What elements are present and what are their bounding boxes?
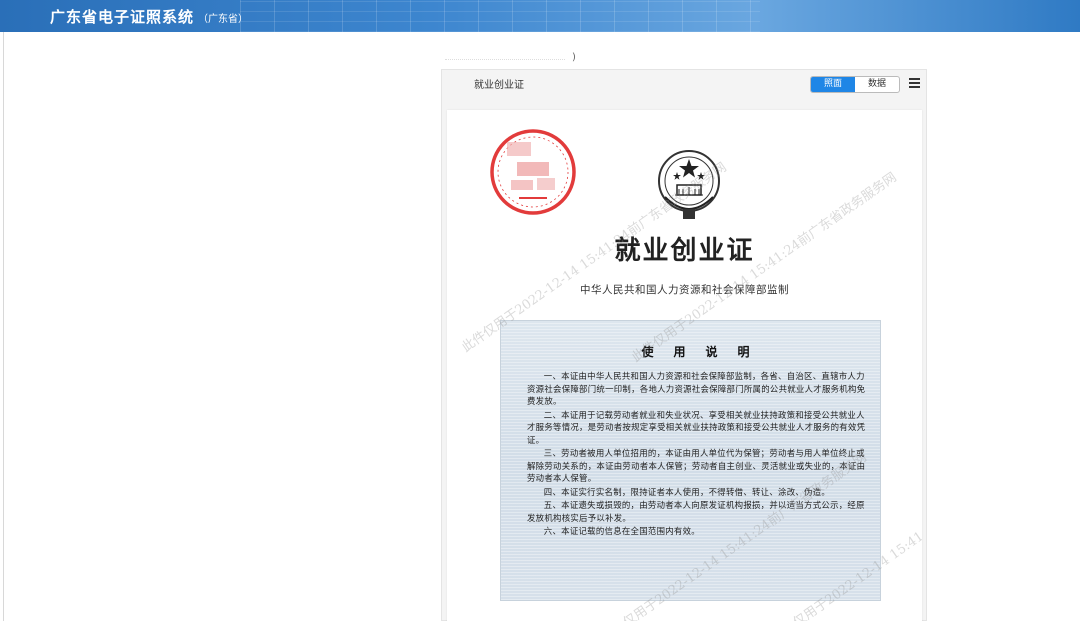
instructions-panel: 使用说明 一、本证由中华人民共和国人力资源和社会保障部监制，各省、自治区、直辖市… [500, 320, 881, 601]
tab-face-view[interactable]: 照面 [811, 77, 855, 92]
instruction-item: 四、本证实行实名制，限持证者本人使用，不得转借、转让、涂改、伪造。 [543, 486, 831, 497]
caption-paren: ) [572, 52, 576, 63]
app-header: 广东省电子证照系统 （广东省） [0, 0, 1080, 32]
left-border [3, 32, 4, 621]
instruction-item: 五、本证遗失或损毁的，由劳动者本人向原发证机构报损，并以适当方式公示，经原发放机… [527, 500, 865, 523]
header-decoration [240, 0, 760, 32]
instruction-item: 一、本证由中华人民共和国人力资源和社会保障部监制，各省、自治区、直辖市人力资源社… [527, 371, 866, 406]
certificate-page: 就业创业证 中华人民共和国人力资源和社会保障部监制 使用说明 一、本证由中华人民… [447, 110, 922, 621]
certificate-title: 就业创业证 [614, 236, 755, 266]
certificate-viewer: 就业创业证 照面 数据 就业创业证 中华人民共和国人力资源和社会保障部监制 使用… [441, 69, 927, 621]
instruction-item: 二、本证用于记载劳动者就业和失业状况、享受相关就业扶持政策和接受公共就业人才服务… [527, 409, 866, 445]
instruction-item: 三、劳动者被用人单位招用的，本证由用人单位代为保管；劳动者与用人单位终止或解除劳… [527, 448, 866, 483]
tab-data-view[interactable]: 数据 [855, 77, 899, 92]
app-title: 广东省电子证照系统 [50, 8, 195, 26]
viewer-title: 就业创业证 [474, 80, 524, 91]
record-caption: ) [445, 52, 645, 65]
certificate-issuer: 中华人民共和国人力资源和社会保障部监制 [580, 284, 789, 296]
view-mode-toggle: 照面 数据 [810, 76, 900, 93]
caption-placeholder [445, 59, 565, 60]
app-subtitle: （广东省） [198, 14, 248, 25]
national-emblem-icon [658, 150, 720, 219]
hamburger-menu-icon[interactable] [909, 78, 920, 89]
instructions-heading: 使用说明 [641, 345, 770, 359]
red-official-seal-icon [490, 129, 576, 215]
instruction-item: 六、本证记载的信息在全国范围内有效。 [543, 526, 700, 536]
